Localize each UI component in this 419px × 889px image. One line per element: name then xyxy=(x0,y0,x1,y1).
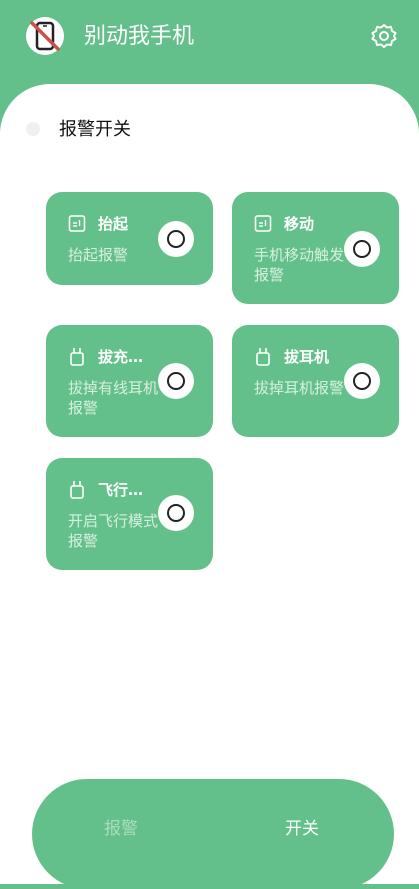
card-toggle[interactable] xyxy=(344,363,380,399)
app-header: 别动我手机 xyxy=(0,0,419,80)
card-title: 拔充… xyxy=(98,348,144,366)
card-toggle[interactable] xyxy=(158,221,194,257)
card-toggle[interactable] xyxy=(158,495,194,531)
phone-crossed-icon xyxy=(26,17,64,55)
card-unplug-charger[interactable]: 拔充… 拔掉有线耳机报警 xyxy=(46,325,213,437)
card-title: 拔耳机 xyxy=(284,348,330,366)
toggle-ring xyxy=(353,372,371,390)
gear-icon[interactable] xyxy=(370,22,398,50)
card-unplug-earphones[interactable]: 拔耳机 拔掉耳机报警 xyxy=(232,325,399,437)
card-description: 抬起报警 xyxy=(68,246,129,264)
card-title: 飞行… xyxy=(98,481,144,499)
toggle-ring xyxy=(353,240,371,258)
sensor-icon xyxy=(68,214,86,234)
card-toggle[interactable] xyxy=(344,231,380,267)
sensor-icon xyxy=(254,214,272,234)
card-lift[interactable]: 抬起 抬起报警 xyxy=(46,192,213,285)
toggle-ring xyxy=(167,504,185,522)
card-description: 开启飞行模式报警 xyxy=(68,512,159,550)
card-airplane-mode[interactable]: 飞行… 开启飞行模式报警 xyxy=(46,458,213,570)
alarm-switch-indicator[interactable] xyxy=(26,122,40,136)
card-description: 拔掉有线耳机报警 xyxy=(68,379,159,417)
nav-alarm-tab[interactable]: 报警 xyxy=(104,817,138,841)
card-move[interactable]: 移动 手机移动触发报警 xyxy=(232,192,399,304)
page-title: 别动我手机 xyxy=(84,24,195,49)
plug-icon xyxy=(68,347,86,367)
toggle-ring xyxy=(167,372,185,390)
nav-switch-tab[interactable]: 开关 xyxy=(285,817,319,841)
bottom-nav: 报警 开关 xyxy=(32,779,394,889)
card-description: 拔掉耳机报警 xyxy=(254,379,345,397)
card-description: 手机移动触发报警 xyxy=(254,246,345,284)
card-toggle[interactable] xyxy=(158,363,194,399)
card-title: 抬起 xyxy=(98,215,129,233)
alarm-switch-label: 报警开关 xyxy=(59,119,131,140)
plug-icon xyxy=(68,480,86,500)
plug-icon xyxy=(254,347,272,367)
toggle-ring xyxy=(167,230,185,248)
card-title: 移动 xyxy=(284,215,315,233)
